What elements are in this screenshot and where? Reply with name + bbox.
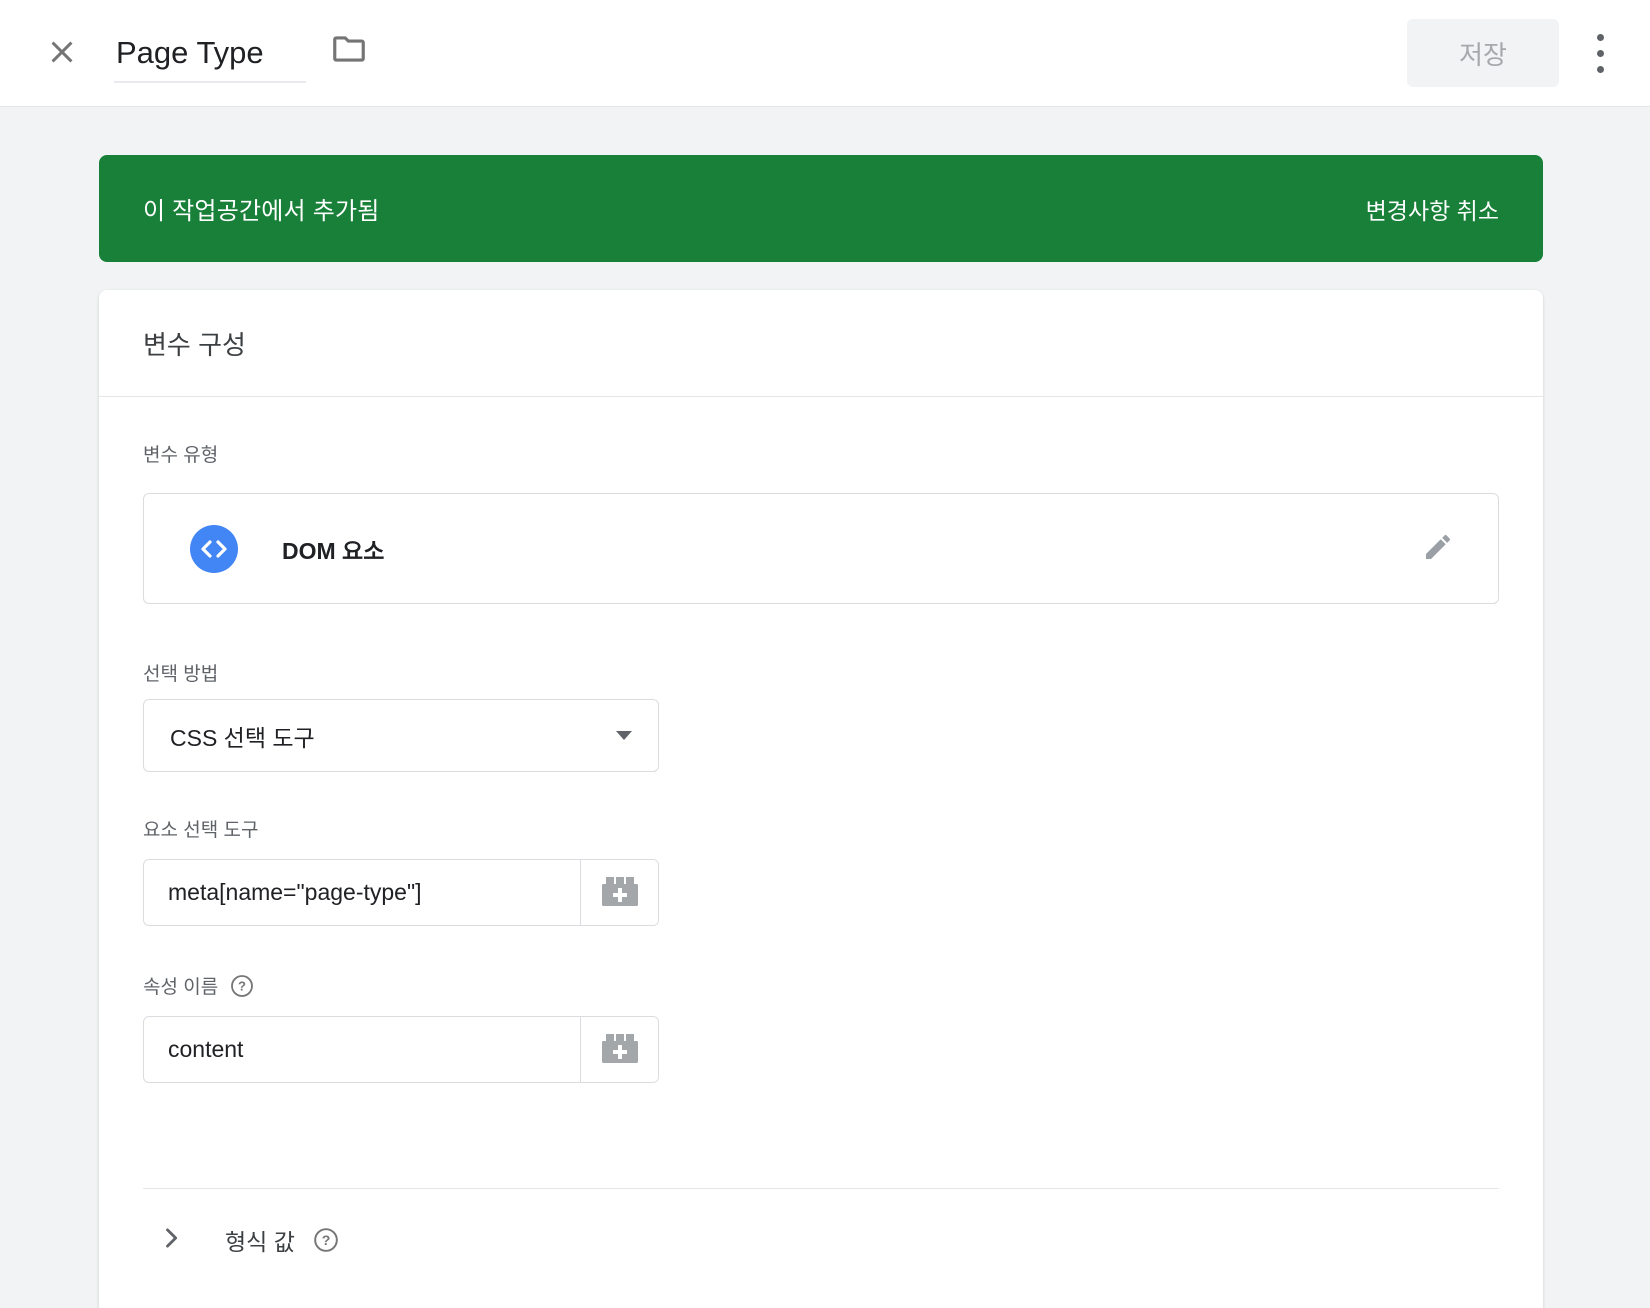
card-body: 변수 유형 DOM 요소: [99, 397, 1543, 1308]
code-icon: [190, 525, 238, 573]
close-icon: [44, 34, 80, 73]
attribute-name-input[interactable]: [144, 1017, 580, 1082]
attribute-name-label: 속성 이름: [143, 972, 218, 999]
more-menu-button[interactable]: [1591, 28, 1610, 79]
element-selector-input[interactable]: [144, 860, 580, 925]
chevron-right-icon: [157, 1224, 185, 1257]
chevron-down-icon: [616, 731, 632, 740]
card-title: 변수 구성: [143, 325, 246, 362]
help-icon[interactable]: ?: [230, 974, 254, 998]
banner-message: 이 작업공간에서 추가됨: [143, 191, 380, 226]
variable-type-value: DOM 요소: [282, 532, 384, 566]
element-selector-group: [143, 859, 659, 926]
folder-icon: [330, 30, 368, 71]
edit-variable-type-button[interactable]: [1414, 523, 1462, 574]
pencil-icon: [1422, 531, 1454, 566]
svg-text:?: ?: [322, 1232, 331, 1248]
attribute-name-group: [143, 1016, 659, 1083]
discard-changes-button[interactable]: 변경사항 취소: [1366, 182, 1499, 236]
selection-method-value: CSS 선택 도구: [170, 719, 315, 753]
card-header: 변수 구성: [99, 290, 1543, 397]
more-vert-icon: [1597, 34, 1604, 73]
variable-name-input[interactable]: [114, 31, 306, 83]
attribute-name-label-row: 속성 이름 ?: [143, 926, 1499, 999]
variable-brick-icon: [598, 873, 642, 912]
variable-type-selector[interactable]: DOM 요소: [143, 493, 1499, 604]
gtm-variable-editor: 저장 이 작업공간에서 추가됨 변경사항 취소 변수 구성 변수 유형: [0, 0, 1650, 1308]
svg-text:?: ?: [238, 978, 246, 993]
variable-type-label: 변수 유형: [143, 397, 1499, 467]
content-column: 이 작업공간에서 추가됨 변경사항 취소 변수 구성 변수 유형: [99, 155, 1543, 1308]
variable-title-wrap: [114, 24, 374, 83]
workspace-banner: 이 작업공간에서 추가됨 변경사항 취소: [99, 155, 1543, 262]
format-value-label: 형식 값: [225, 1223, 295, 1257]
variable-picker-button[interactable]: [580, 860, 658, 925]
top-bar: 저장: [0, 0, 1650, 107]
element-selector-label: 요소 선택 도구: [143, 772, 1499, 842]
selection-method-dropdown[interactable]: CSS 선택 도구: [143, 699, 659, 772]
format-value-expander[interactable]: 형식 값 ?: [143, 1189, 1499, 1293]
folder-button[interactable]: [324, 24, 374, 77]
selection-method-label: 선택 방법: [143, 604, 1499, 686]
variable-config-card: 변수 구성 변수 유형 DOM 요소: [99, 290, 1543, 1308]
variable-brick-icon: [598, 1030, 642, 1069]
help-icon[interactable]: ?: [313, 1227, 339, 1253]
variable-picker-button[interactable]: [580, 1017, 658, 1082]
save-button[interactable]: 저장: [1407, 19, 1559, 87]
close-button[interactable]: [38, 28, 86, 79]
